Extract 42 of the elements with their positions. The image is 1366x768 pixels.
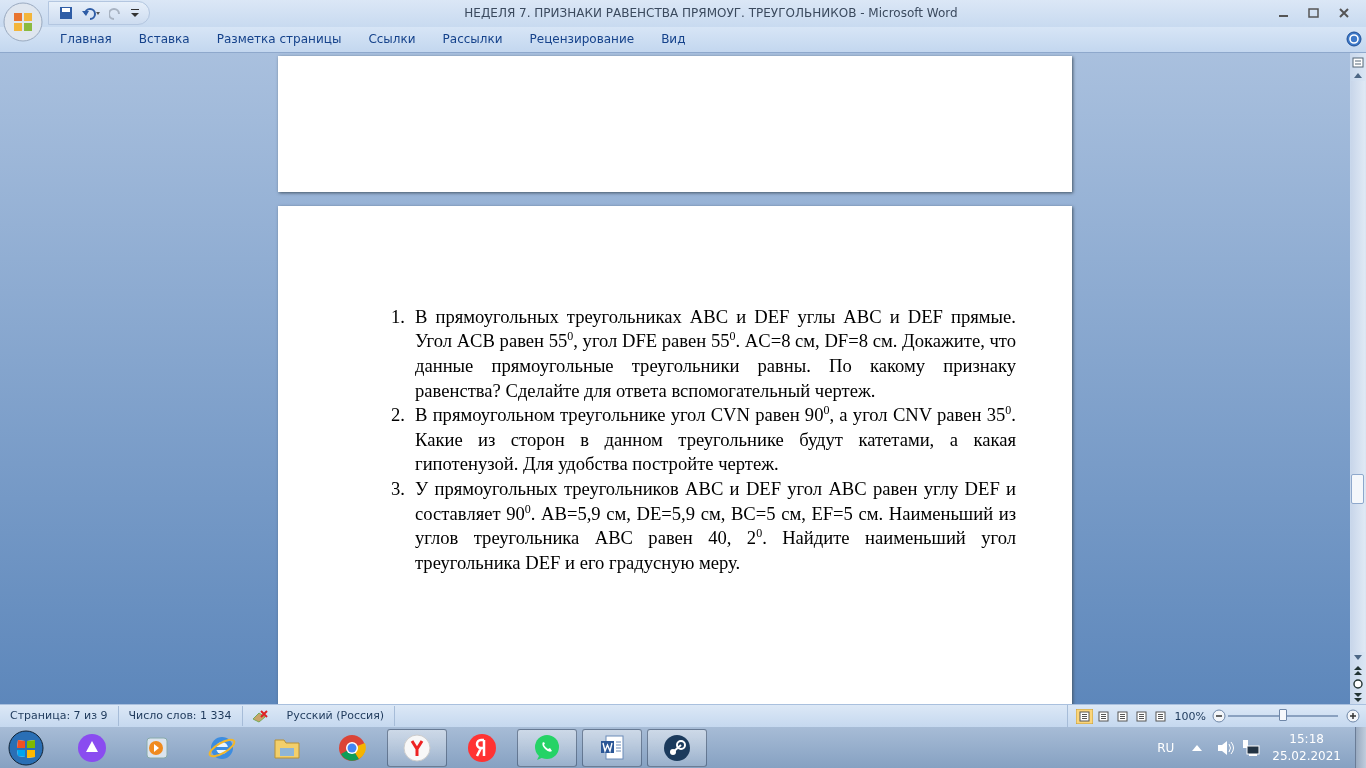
language-label[interactable]: Русский (Россия) bbox=[276, 706, 396, 727]
paragraph-text: В прямоугольных треугольниках ABC и DEF углы ABC и DEF прямые. Угол ACB равен 55$^{0}$, угол DFE равен 55$^{0}$. AC=8 см, DF=8 см. Докажите, что данные прямоугольные треугольники равны. По какому признаку равенства? Сделайте для ответа вспомогательный чертеж. bbox=[415, 304, 1016, 403]
paragraph-text: В прямоугольном треугольнике угол CVN равен 90$^{0}$, а угол CNV равен 35$^{0}$. Какие из сторон в данном треугольнике будут катетами, а какая гипотенузой. Для удобства постройте чертеж. bbox=[415, 403, 1016, 477]
list-number: 3. bbox=[391, 477, 406, 501]
ribbon-tab[interactable]: Вставка bbox=[128, 32, 200, 47]
chrome-icon bbox=[337, 732, 367, 763]
browse-object-icon[interactable] bbox=[1352, 678, 1364, 691]
list-number: 2. bbox=[391, 403, 406, 428]
help-icon[interactable] bbox=[1346, 31, 1362, 48]
steam-icon bbox=[662, 732, 692, 763]
ribbon-tab[interactable]: Главная bbox=[50, 32, 122, 47]
taskbar-button[interactable] bbox=[582, 728, 642, 767]
y-logo-icon bbox=[467, 732, 497, 763]
save-icon[interactable] bbox=[59, 6, 73, 21]
window-title: НЕДЕЛЯ 7. ПРИЗНАКИ РАВЕНСТВА ПРЯМОУГ. ТРЕУГОЛЬНИКОВ - Microsoft Word bbox=[463, 6, 959, 21]
ribbon-tab[interactable]: Ссылки bbox=[358, 32, 426, 47]
scrollbar-thumb[interactable] bbox=[1351, 473, 1364, 504]
taskbar-button[interactable] bbox=[647, 728, 707, 767]
ribbon-tab[interactable]: Рецензирование bbox=[519, 32, 645, 47]
assistant-icon bbox=[77, 732, 107, 763]
previous-page-icon[interactable] bbox=[1352, 664, 1364, 677]
print-layout-icon[interactable] bbox=[1075, 708, 1093, 724]
next-page-icon[interactable] bbox=[1352, 692, 1364, 705]
zoom-in-icon[interactable] bbox=[1346, 709, 1360, 724]
customize-caret-icon[interactable] bbox=[131, 8, 139, 19]
undo-icon[interactable] bbox=[81, 6, 101, 21]
show-desktop-button[interactable] bbox=[1355, 727, 1366, 768]
ribbon-tab[interactable]: Разметка страницы bbox=[206, 32, 352, 47]
ribbon-tab[interactable]: Рассылки bbox=[432, 32, 513, 47]
network-icon[interactable] bbox=[1242, 738, 1261, 757]
page-count[interactable]: Страница: 7 из 9 bbox=[0, 706, 119, 727]
zoom-slider-thumb[interactable] bbox=[1279, 709, 1287, 722]
ruler-toggle-icon[interactable] bbox=[1351, 54, 1365, 69]
proofing-icon[interactable] bbox=[250, 709, 269, 724]
list-number: 1. bbox=[391, 304, 406, 329]
paragraph-text: У прямоугольных треугольников ABC и DEF угол ABC равен углу DEF и составляет 90$^{0}$. AB=5,9 см, DE=5,9 см, BC=5 см, EF=5 см. Наименьший из углов треугольника ABC равен 40, 2$^{0}$. Найдите наименьший угол треугольника DEF и его градусную меру. bbox=[415, 477, 1016, 575]
ribbon-tab[interactable]: Вид bbox=[651, 32, 696, 47]
zoom-level[interactable]: 100% bbox=[1168, 709, 1212, 723]
zoom-out-icon[interactable] bbox=[1212, 709, 1226, 724]
word-count[interactable]: Число слов: 1 334 bbox=[118, 706, 243, 727]
chat-bubble-icon bbox=[532, 732, 562, 763]
y-logo-icon bbox=[402, 732, 432, 763]
